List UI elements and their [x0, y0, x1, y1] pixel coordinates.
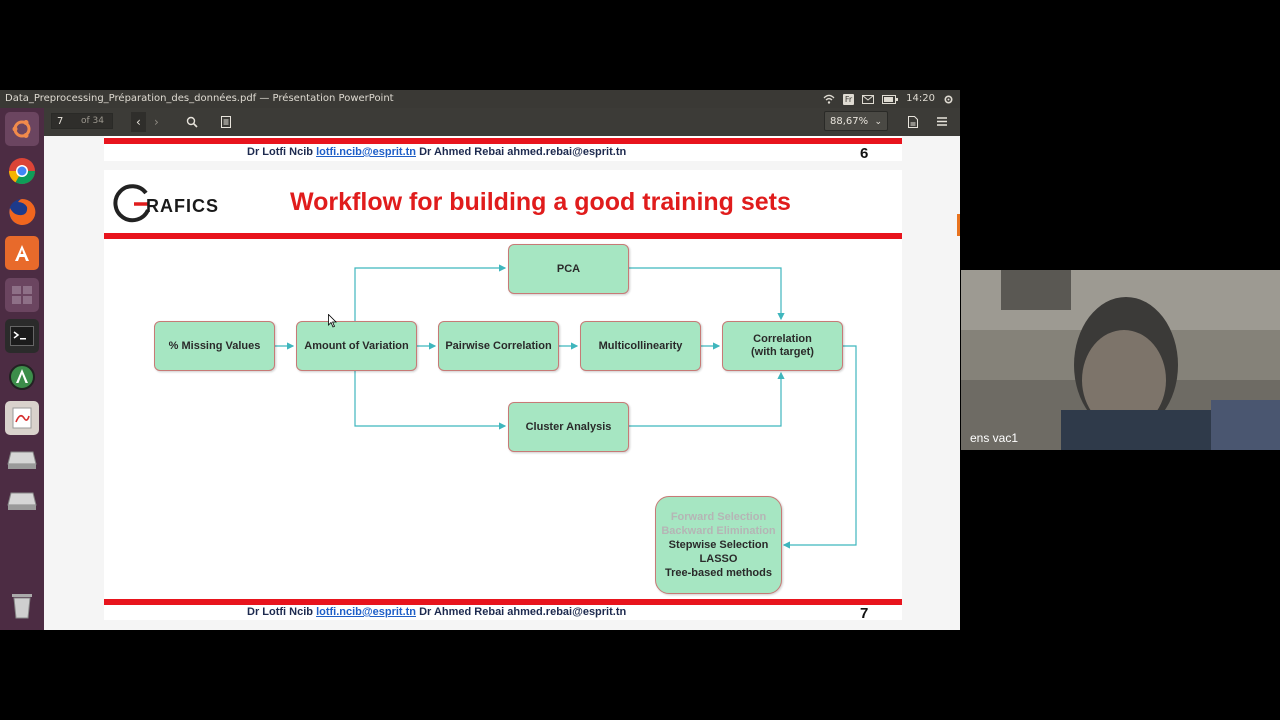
node-label: (with target) — [751, 346, 814, 358]
node-multicollinearity: Multicollinearity — [580, 321, 701, 371]
footer-rule — [104, 599, 902, 605]
webcam-feed — [961, 270, 1280, 450]
method-backward-elimination: Backward Elimination — [661, 525, 776, 537]
slide-footer: Dr Lotfi Ncib lotfi.ncib@esprit.tn Dr Ah… — [247, 606, 626, 618]
workflow-connectors — [275, 264, 857, 549]
slide-page-6: Dr Lotfi Ncib lotfi.ncib@esprit.tn Dr Ah… — [104, 136, 902, 162]
trash-icon[interactable] — [5, 588, 39, 622]
menu-icon[interactable] — [937, 117, 947, 126]
chrome-icon[interactable] — [5, 154, 39, 188]
node-amount-of-variation: Amount of Variation — [296, 321, 417, 371]
top-panel: Data_Preprocessing_Préparation_des_donné… — [0, 90, 960, 108]
node-correlation-with-target: Correlation (with target) — [722, 321, 843, 371]
mouse-pointer-icon — [328, 314, 337, 328]
footer-rule — [104, 138, 902, 144]
node-cluster-analysis: Cluster Analysis — [508, 402, 629, 452]
node-label: Multicollinearity — [598, 339, 683, 352]
footer-author: Dr Ahmed Rebai ahmed.rebai@esprit.tn — [419, 606, 627, 618]
document-viewer-icon[interactable] — [5, 401, 39, 435]
node-feature-selection-methods: Forward Selection Backward Elimination S… — [655, 496, 782, 594]
footer-author: Dr Ahmed Rebai ahmed.rebai@esprit.tn — [419, 146, 627, 158]
page-number: 6 — [860, 145, 869, 162]
next-page-icon[interactable]: › — [154, 112, 159, 132]
battery-icon[interactable] — [882, 94, 899, 104]
method-tree-based: Tree-based methods — [665, 567, 772, 579]
node-pca: PCA — [508, 244, 629, 294]
firefox-icon[interactable] — [5, 195, 39, 229]
participant-name: ens vac1 — [970, 431, 1019, 445]
document-properties-icon[interactable] — [908, 116, 918, 128]
node-pairwise-correlation: Pairwise Correlation — [438, 321, 559, 371]
method-stepwise-selection: Stepwise Selection — [668, 539, 769, 551]
zoom-select[interactable]: 88,67% ⌄ — [824, 111, 888, 131]
node-label: Amount of Variation — [304, 339, 409, 352]
page-number: 7 — [860, 605, 869, 622]
gear-icon[interactable] — [943, 94, 954, 105]
zoom-value: 88,67% — [830, 116, 869, 127]
software-updater-icon[interactable] — [5, 360, 39, 394]
participant-video[interactable]: ens vac1 — [961, 270, 1280, 450]
terminal-icon[interactable] — [5, 319, 39, 353]
mail-icon[interactable] — [862, 94, 875, 104]
previous-page-icon[interactable]: ‹ — [131, 112, 146, 132]
footer-email-link[interactable]: lotfi.ncib@esprit.tn — [316, 606, 416, 618]
keyboard-layout-indicator[interactable]: Fr — [842, 93, 855, 105]
node-label: PCA — [556, 262, 581, 275]
document-area[interactable]: Dr Lotfi Ncib lotfi.ncib@esprit.tn Dr Ah… — [44, 136, 960, 630]
node-label: % Missing Values — [168, 339, 261, 352]
footer-email-link[interactable]: lotfi.ncib@esprit.tn — [316, 146, 416, 158]
method-forward-selection: Forward Selection — [670, 511, 767, 523]
scroll-marker[interactable] — [957, 214, 960, 236]
wifi-icon[interactable] — [823, 94, 835, 104]
node-label: Cluster Analysis — [525, 420, 612, 433]
footer-author: Dr Lotfi Ncib — [247, 146, 313, 158]
node-label: Pairwise Correlation — [445, 339, 552, 352]
software-center-icon[interactable] — [5, 236, 39, 270]
slide-footer: Dr Lotfi Ncib lotfi.ncib@esprit.tn Dr Ah… — [247, 146, 626, 158]
node-label: Correlation — [753, 333, 812, 345]
footer-author: Dr Lotfi Ncib — [247, 606, 313, 618]
method-lasso: LASSO — [699, 553, 738, 565]
chevron-down-icon: ⌄ — [874, 117, 882, 127]
viewer-toolbar: of 34 ‹ › 88,67% ⌄ — [44, 108, 960, 136]
sidebar-toggle-icon[interactable] — [221, 116, 231, 128]
window-title: Data_Preprocessing_Préparation_des_donné… — [5, 93, 394, 104]
workspaces-icon[interactable] — [5, 278, 39, 312]
slide-page-7: RAFICS Workflow for building a good trai… — [104, 170, 902, 622]
drive-icon[interactable] — [5, 443, 39, 477]
search-icon[interactable] — [186, 116, 198, 128]
system-tray: Fr 14:20 — [823, 90, 954, 108]
page-total: of 34 — [81, 116, 104, 126]
drive-icon[interactable] — [5, 484, 39, 518]
unity-launcher — [0, 108, 44, 630]
node-missing-values: % Missing Values — [154, 321, 275, 371]
ubuntu-logo-icon[interactable] — [5, 112, 39, 146]
clock[interactable]: 14:20 — [906, 90, 935, 108]
